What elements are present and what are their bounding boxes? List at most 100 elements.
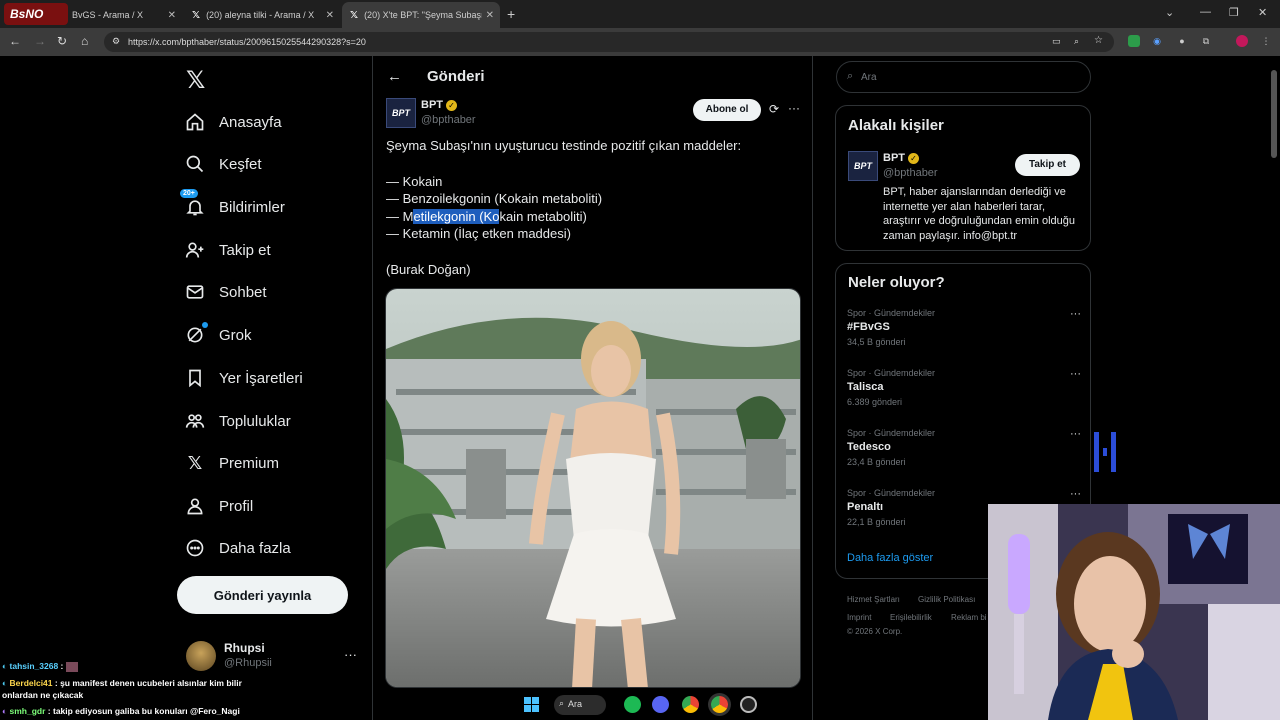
nav-profile[interactable]: Profil — [184, 490, 253, 522]
zoom-icon[interactable]: ⌕ — [1074, 36, 1079, 47]
nav-notifications[interactable]: 20+ Bildirimler — [180, 189, 285, 223]
nav-label: Profil — [219, 497, 254, 515]
tab-fbvgs[interactable]: BvGS - Arama / X ✕ — [64, 2, 182, 28]
obs-icon[interactable] — [740, 696, 757, 713]
page-scrollbar[interactable] — [1271, 70, 1277, 158]
x-logo-icon[interactable]: 𝕏 — [186, 66, 205, 95]
footer-terms[interactable]: Hizmet Şartları — [847, 595, 900, 604]
forward-icon[interactable]: → — [34, 34, 46, 48]
chat-badge-icon: ◐ — [2, 678, 8, 688]
related-handle[interactable]: @bpthaber — [883, 167, 938, 179]
related-name[interactable]: BPT ✓ — [883, 152, 919, 164]
more-options-icon[interactable]: ··· — [788, 101, 800, 115]
profile-avatar-icon[interactable] — [1236, 35, 1248, 47]
trend-more-icon[interactable]: ··· — [1070, 308, 1081, 320]
chat-message: ◐ Berdelci41 : şu manifest denen ucubele… — [2, 678, 242, 700]
footer-accessibility[interactable]: Erişilebilirlik — [890, 613, 932, 622]
discord-icon[interactable] — [652, 696, 669, 713]
search-icon: ⌕ — [559, 698, 565, 708]
bookmark-star-icon[interactable]: ☆ — [1094, 35, 1103, 46]
trend-item[interactable]: Spor · Gündemdekiler Talisca 6.389 gönde… — [847, 368, 1081, 407]
trends-title: Neler oluyor? — [848, 274, 945, 291]
nav-more[interactable]: Daha fazla — [184, 532, 291, 564]
home-icon[interactable]: ⌂ — [81, 34, 88, 48]
nav-label: Daha fazla — [219, 539, 291, 557]
trend-item[interactable]: Spor · Gündemdekiler #FBvGS 34,5 B gönde… — [847, 308, 1081, 347]
communities-icon — [184, 410, 206, 432]
grok-icon — [184, 322, 208, 346]
trend-count: 6.389 gönderi — [847, 397, 903, 407]
menu-kebab-icon[interactable]: ⋮ — [1260, 35, 1272, 47]
windows-start-icon[interactable] — [524, 697, 539, 712]
close-icon[interactable]: ✕ — [168, 10, 176, 21]
audio-extension-icon[interactable]: ◉ — [1151, 35, 1163, 47]
related-people-card: Alakalı kişiler BPT BPT ✓ @bpthaber Taki… — [835, 105, 1091, 251]
close-icon[interactable]: ✕ — [326, 10, 334, 21]
subscribe-button[interactable]: Abone ol — [693, 99, 761, 121]
author-avatar[interactable]: BPT — [386, 98, 416, 128]
trend-category: Spor · Gündemdekiler — [847, 428, 936, 438]
trend-more-icon[interactable]: ··· — [1070, 428, 1081, 440]
post-button[interactable]: Gönderi yayınla — [177, 576, 348, 614]
close-window-icon[interactable]: ✕ — [1258, 6, 1267, 19]
browser-toolbar: ← → ↻ ⌂ ⚙ https://x.com/bpthaber/status/… — [0, 28, 1280, 56]
spotify-icon[interactable] — [624, 696, 641, 713]
account-switcher[interactable]: Rhupsi @Rhupsii ··· — [184, 638, 360, 678]
site-info-icon[interactable]: ⚙ — [112, 36, 120, 47]
browser-tab-bar: BsNO BvGS - Arama / X ✕ 𝕏 (20) aleyna ti… — [0, 0, 1280, 28]
tab-search-icon[interactable]: ⌄ — [1165, 6, 1174, 19]
reload-icon[interactable]: ↻ — [57, 34, 67, 48]
grok-explain-icon[interactable]: ⟳ — [769, 102, 779, 116]
nav-grok[interactable]: Grok — [184, 319, 252, 351]
tab-bpt[interactable]: 𝕏 (20) X'te BPT: "Şeyma Subaşı'nın ✕ — [342, 2, 500, 28]
back-arrow-icon[interactable]: ← — [387, 68, 402, 85]
nav-premium[interactable]: 𝕏 Premium — [184, 447, 279, 479]
nav-bookmarks[interactable]: Yer İşaretleri — [184, 362, 303, 394]
taskbar-search[interactable]: ⌕ Ara — [554, 695, 606, 715]
bookmark-icon — [184, 367, 206, 389]
trend-item[interactable]: Spor · Gündemdekiler Tedesco 23,4 B gönd… — [847, 428, 1081, 467]
tweet-line-highlighted: — Metilekgonin (Kokain metaboliti) — [386, 208, 796, 227]
footer-privacy[interactable]: Gizlilik Politikası — [918, 595, 975, 604]
tab-aleyna[interactable]: 𝕏 (20) aleyna tilki - Arama / X ✕ — [184, 2, 340, 28]
more-circle-icon — [184, 537, 206, 559]
x-logo-icon: 𝕏 — [192, 9, 201, 21]
trend-more-icon[interactable]: ··· — [1070, 488, 1081, 500]
new-tab-button[interactable]: + — [507, 6, 515, 22]
account-more-icon[interactable]: ··· — [344, 647, 357, 662]
nav-home[interactable]: Anasayfa — [184, 106, 282, 138]
minimize-icon[interactable]: — — [1200, 6, 1211, 18]
overlay-logo-icon — [1094, 432, 1116, 472]
install-icon[interactable]: ▭ — [1052, 36, 1061, 47]
tweet-photo[interactable] — [385, 288, 801, 688]
trend-category: Spor · Gündemdekiler — [847, 488, 936, 498]
avatar-text: BPT — [392, 108, 410, 118]
related-avatar[interactable]: BPT — [848, 151, 878, 181]
nav-follow[interactable]: Takip et — [184, 234, 271, 266]
nav-messages[interactable]: Sohbet — [184, 276, 267, 308]
close-icon[interactable]: ✕ — [486, 10, 494, 21]
puzzle-icon[interactable]: ⧉ — [1200, 35, 1212, 47]
nav-communities[interactable]: Topluluklar — [184, 405, 291, 437]
trend-more-icon[interactable]: ··· — [1070, 368, 1081, 380]
follow-button[interactable]: Takip et — [1015, 154, 1080, 176]
author-handle[interactable]: @bpthaber — [421, 114, 476, 126]
shield-extension-icon[interactable] — [1128, 35, 1140, 47]
tweet-line-part: — M — [386, 208, 414, 224]
footer-imprint[interactable]: Imprint — [847, 613, 871, 622]
related-name-text: BPT — [883, 152, 905, 164]
extension-icon[interactable]: ● — [1176, 35, 1188, 47]
url-input[interactable]: ⚙ https://x.com/bpthaber/status/20096150… — [104, 32, 1114, 52]
trend-name: #FBvGS — [847, 321, 890, 333]
back-icon[interactable]: ← — [9, 34, 21, 48]
show-more-link[interactable]: Daha fazla göster — [847, 552, 933, 564]
chrome-active-icon[interactable] — [711, 696, 728, 713]
search-input[interactable]: ⌕ Ara — [836, 61, 1091, 93]
nav-explore[interactable]: Keşfet — [184, 148, 262, 180]
avatar-text: BPT — [854, 161, 872, 171]
account-avatar — [186, 641, 216, 671]
author-name[interactable]: BPT ✓ — [421, 99, 457, 111]
maximize-icon[interactable]: ❐ — [1229, 6, 1239, 19]
chrome-icon[interactable] — [682, 696, 699, 713]
footer-ads[interactable]: Reklam bi — [951, 613, 987, 622]
